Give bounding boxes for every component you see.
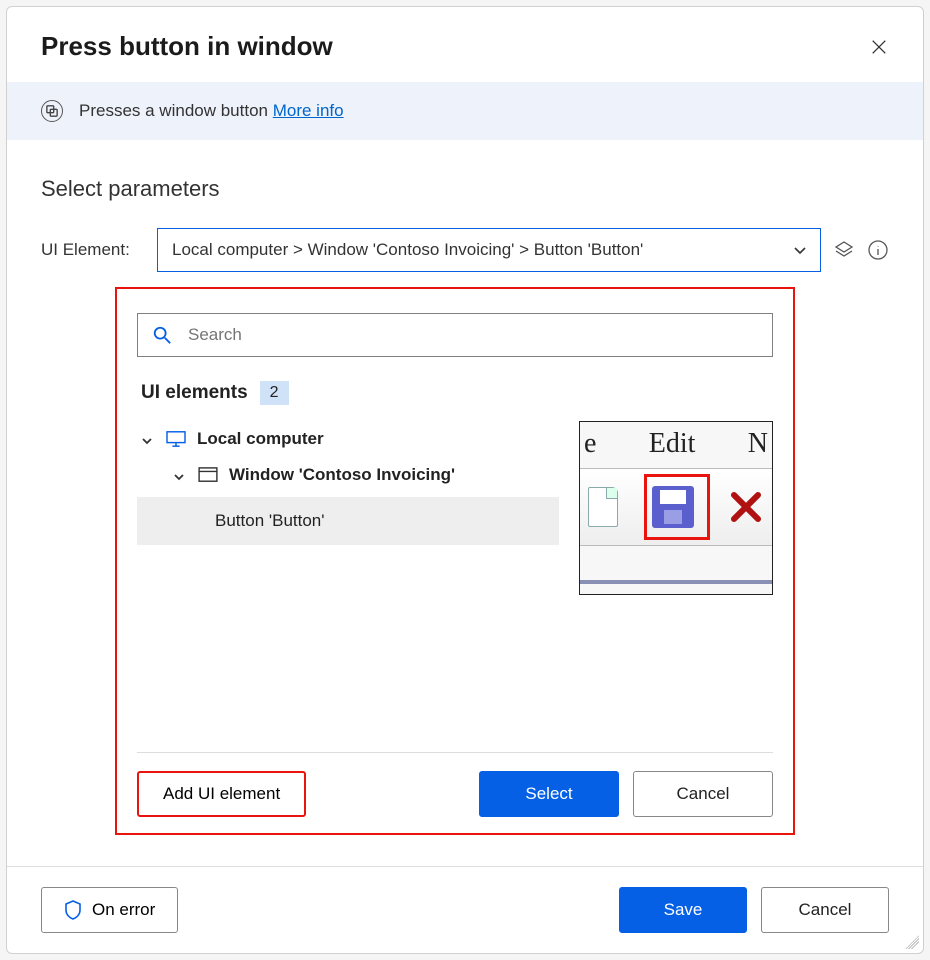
side-icons	[833, 239, 889, 261]
ui-element-row: UI Element: Local computer > Window 'Con…	[41, 228, 889, 272]
search-icon	[152, 325, 172, 345]
action-type-icon	[41, 100, 63, 122]
more-info-link[interactable]: More info	[273, 101, 344, 120]
chevron-down-icon	[173, 468, 187, 482]
tree-preview-row: Local computer Window 'Contoso Invoicing…	[137, 421, 773, 595]
delete-icon	[728, 489, 764, 525]
add-ui-element-button[interactable]: Add UI element	[137, 771, 306, 817]
shield-icon	[64, 900, 82, 920]
close-icon[interactable]	[869, 37, 889, 57]
tree-label: Local computer	[197, 429, 324, 449]
on-error-button[interactable]: On error	[41, 887, 178, 933]
action-dialog: Press button in window Presses a window …	[6, 6, 924, 954]
search-input[interactable]	[186, 324, 758, 346]
page-icon	[588, 487, 618, 527]
cancel-button[interactable]: Cancel	[633, 771, 773, 817]
search-box[interactable]	[137, 313, 773, 357]
ui-element-value: Local computer > Window 'Contoso Invoici…	[172, 240, 643, 260]
monitor-icon	[165, 430, 187, 448]
ui-element-label: UI Element:	[41, 240, 145, 260]
ui-element-picker: UI elements 2 Local computer Window 'Con…	[115, 287, 795, 835]
dialog-footer: On error Save Cancel	[7, 866, 923, 953]
ui-element-combo[interactable]: Local computer > Window 'Contoso Invoici…	[157, 228, 821, 272]
select-button[interactable]: Select	[479, 771, 619, 817]
elements-label: UI elements	[141, 382, 248, 404]
tree-node-computer[interactable]: Local computer	[137, 421, 559, 457]
preview-divider	[580, 580, 772, 584]
section-title: Select parameters	[41, 176, 889, 202]
dialog-title: Press button in window	[41, 31, 333, 62]
tree-node-button[interactable]: Button 'Button'	[137, 497, 559, 545]
element-preview: e Edit N	[579, 421, 773, 595]
tree-label: Button 'Button'	[215, 511, 325, 531]
layers-icon[interactable]	[833, 239, 855, 261]
window-icon	[197, 466, 219, 484]
chevron-down-icon	[141, 432, 155, 446]
elements-count: 2	[260, 381, 289, 405]
picker-footer: Add UI element Select Cancel	[137, 752, 773, 817]
save-button[interactable]: Save	[619, 887, 747, 933]
tree-label: Window 'Contoso Invoicing'	[229, 465, 455, 485]
tree-node-window[interactable]: Window 'Contoso Invoicing'	[137, 457, 559, 493]
resize-grip[interactable]	[905, 935, 919, 949]
ui-element-tree: Local computer Window 'Contoso Invoicing…	[137, 421, 559, 545]
banner-text: Presses a window button More info	[79, 101, 344, 121]
preview-menu-text: e Edit N	[580, 428, 772, 460]
titlebar: Press button in window	[7, 7, 923, 82]
dialog-cancel-button[interactable]: Cancel	[761, 887, 889, 933]
chevron-down-icon	[792, 242, 808, 258]
target-crosshair-icon	[644, 474, 710, 540]
elements-header: UI elements 2	[141, 381, 773, 405]
info-icon[interactable]	[867, 239, 889, 261]
info-banner: Presses a window button More info	[7, 82, 923, 140]
